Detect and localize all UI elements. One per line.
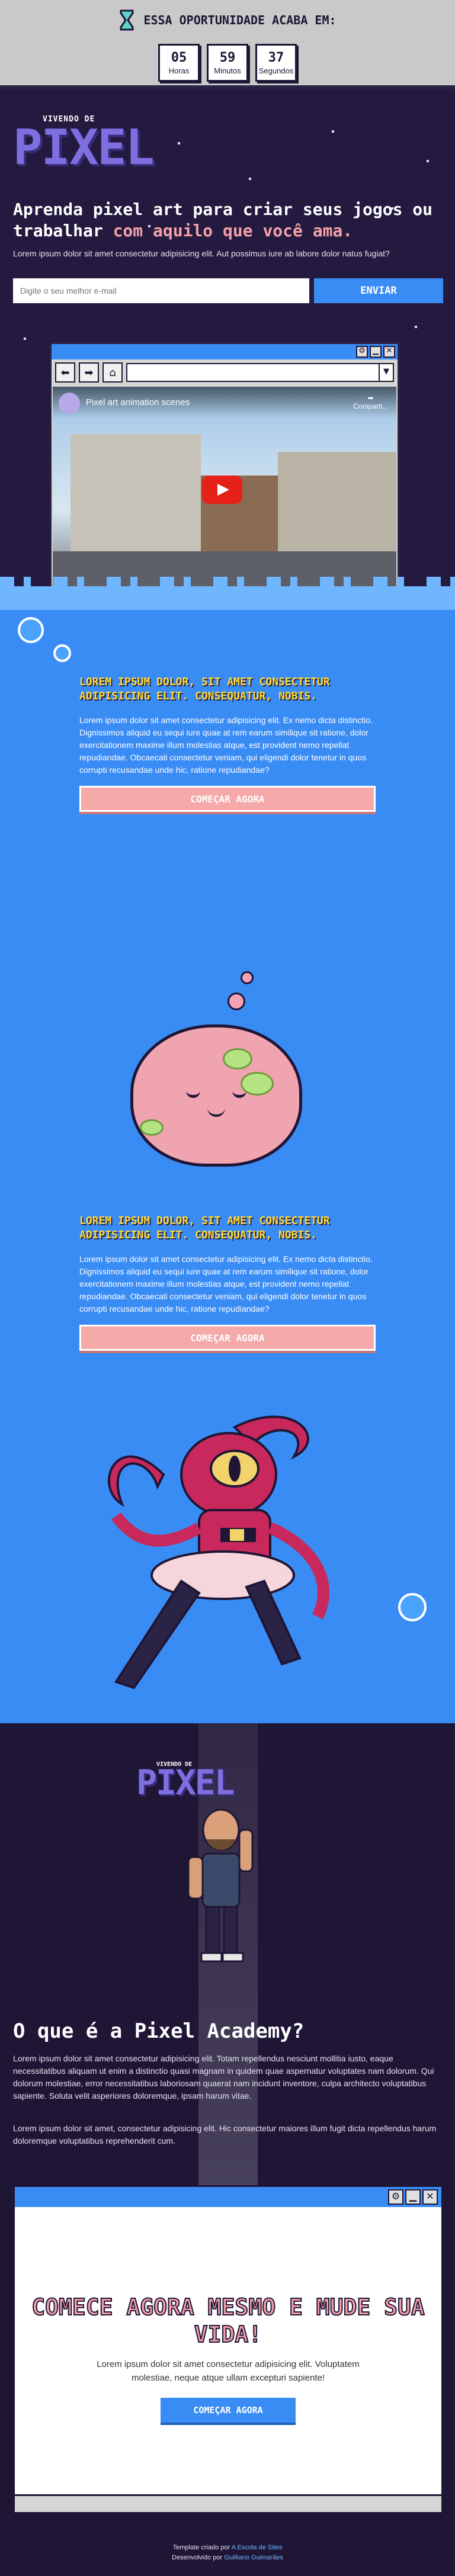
submit-button[interactable]: ENVIAR bbox=[314, 278, 443, 303]
browser-window: ⚙ ▁ ✕ ⬅ ➡ ⌂ ▼ Pixel art animation scenes… bbox=[50, 342, 399, 597]
hero-section: VIVENDO DE PIXEL Aprenda pixel art para … bbox=[0, 89, 455, 610]
feature-heading: LOREM IPSUM DOLOR, SIT AMET CONSECTETUR … bbox=[79, 676, 330, 702]
start-now-button[interactable]: COMEÇAR AGORA bbox=[79, 786, 376, 812]
cta-text: Lorem ipsum dolor sit amet consectetur a… bbox=[97, 2359, 360, 2383]
about-section: VIVENDO DE PIXEL O que é a Pixel Academy… bbox=[0, 1723, 455, 2185]
cta-floor bbox=[15, 2494, 441, 2512]
about-title: O que é a Pixel Academy? bbox=[13, 2019, 305, 2043]
footer-line-1: Template criado por A Escola de Sites bbox=[0, 2543, 455, 2553]
channel-avatar[interactable] bbox=[59, 393, 80, 414]
dropdown-icon[interactable]: ▼ bbox=[379, 364, 393, 381]
feature-block-2: LOREM IPSUM DOLOR, SIT AMET CONSECTETUR … bbox=[79, 1214, 376, 1351]
window-titlebar: ⚙ ▁ ✕ bbox=[52, 344, 398, 359]
forward-arrow-icon[interactable]: ➡ bbox=[79, 362, 99, 383]
url-bar[interactable]: ▼ bbox=[126, 363, 394, 382]
about-paragraph-1: Lorem ipsum dolor sit amet consectetur a… bbox=[13, 2054, 434, 2100]
bubble-decoration bbox=[398, 1593, 427, 1621]
browser-toolbar: ⬅ ➡ ⌂ ▼ bbox=[52, 359, 398, 386]
footer-developer-link[interactable]: Guilliano Guimarães bbox=[224, 2554, 283, 2561]
video-player[interactable]: Pixel art animation scenes ➦ Comparti... bbox=[53, 387, 396, 593]
minimize-icon[interactable]: ▁ bbox=[405, 2189, 421, 2205]
play-icon[interactable] bbox=[202, 476, 242, 504]
close-icon[interactable]: ✕ bbox=[422, 2189, 438, 2205]
countdown-minutes-value: 59 bbox=[219, 50, 236, 65]
email-input[interactable] bbox=[13, 278, 309, 303]
footer: Template criado por A Escola de Sites De… bbox=[0, 2520, 455, 2576]
slime-illustration bbox=[122, 971, 306, 1167]
feature-block-1: LOREM IPSUM DOLOR, SIT AMET CONSECTETUR … bbox=[79, 675, 376, 812]
back-arrow-icon[interactable]: ⬅ bbox=[55, 362, 75, 383]
logo-big-text: PIXEL bbox=[136, 1762, 235, 1803]
share-icon: ➦ bbox=[367, 394, 374, 402]
footer-developer-prefix: Desenvolvido por bbox=[172, 2554, 223, 2561]
demon-illustration bbox=[107, 1415, 329, 1690]
signup-form: ENVIAR bbox=[13, 278, 443, 303]
countdown-hours-value: 05 bbox=[171, 50, 187, 65]
hero-heading-highlight: com aquilo que você ama. bbox=[113, 221, 353, 240]
feature-text: Lorem ipsum dolor sit amet consectetur a… bbox=[79, 1254, 373, 1313]
close-icon[interactable]: ✕ bbox=[383, 346, 395, 358]
minimize-icon[interactable]: ▁ bbox=[370, 346, 382, 358]
pixel-skyline bbox=[0, 577, 455, 610]
bubble-decoration bbox=[18, 617, 44, 643]
feature-heading: LOREM IPSUM DOLOR, SIT AMET CONSECTETUR … bbox=[79, 1215, 330, 1241]
countdown-title: ESSA OPORTUNIDADE ACABA EM: bbox=[143, 13, 337, 27]
settings-icon[interactable]: ⚙ bbox=[356, 346, 368, 358]
about-paragraph-2: Lorem ipsum dolor sit amet, consectetur … bbox=[13, 2124, 437, 2145]
footer-line-2: Desenvolvido por Guilliano Guimarães bbox=[0, 2553, 455, 2563]
feature-text: Lorem ipsum dolor sit amet consectetur a… bbox=[79, 715, 373, 775]
countdown-hours-label: Horas bbox=[168, 66, 190, 75]
features-section: LOREM IPSUM DOLOR, SIT AMET CONSECTETUR … bbox=[0, 610, 455, 1723]
cta-section: ⚙ ▁ ✕ COMECE AGORA MESMO E MUDE SUA VIDA… bbox=[0, 2185, 455, 2520]
start-now-button[interactable]: COMEÇAR AGORA bbox=[79, 1325, 376, 1351]
site-logo[interactable]: VIVENDO DE PIXEL bbox=[13, 115, 155, 180]
hourglass-icon bbox=[120, 9, 134, 31]
countdown-timer: 05 Horas 59 Minutos 37 Segundos bbox=[0, 44, 455, 82]
cta-window: ⚙ ▁ ✕ COMECE AGORA MESMO E MUDE SUA VIDA… bbox=[13, 2185, 443, 2514]
countdown-hours: 05 Horas bbox=[158, 44, 200, 82]
settings-icon[interactable]: ⚙ bbox=[388, 2189, 403, 2205]
instructor-illustration bbox=[187, 1809, 254, 1962]
hero-paragraph: Lorem ipsum dolor sit amet consectetur a… bbox=[13, 249, 390, 258]
countdown-seconds-value: 37 bbox=[268, 50, 284, 65]
bubble-decoration bbox=[53, 644, 71, 662]
video-title[interactable]: Pixel art animation scenes bbox=[86, 397, 190, 407]
footer-credit-link[interactable]: A Escola de Sites bbox=[232, 2544, 283, 2551]
countdown-minutes-label: Minutos bbox=[214, 66, 241, 75]
hero-heading: Aprenda pixel art para criar seus jogos … bbox=[13, 199, 446, 242]
about-logo: VIVENDO DE PIXEL bbox=[136, 1761, 235, 1803]
countdown-seconds-label: Segundos bbox=[258, 66, 294, 75]
countdown-seconds: 37 Segundos bbox=[255, 44, 297, 82]
cta-titlebar: ⚙ ▁ ✕ bbox=[15, 2187, 441, 2207]
countdown-title-row: ESSA OPORTUNIDADE ACABA EM: bbox=[0, 7, 455, 33]
countdown-bar: ESSA OPORTUNIDADE ACABA EM: 05 Horas 59 … bbox=[0, 0, 455, 89]
share-button[interactable]: ➦ Comparti... bbox=[353, 394, 388, 410]
footer-credit-prefix: Template criado por bbox=[172, 2544, 230, 2551]
home-icon[interactable]: ⌂ bbox=[102, 362, 123, 383]
cta-title: COMECE AGORA MESMO E MUDE SUA VIDA! bbox=[31, 2294, 425, 2348]
logo-big-text: PIXEL bbox=[13, 120, 155, 176]
share-label: Comparti... bbox=[353, 402, 388, 410]
cta-start-button[interactable]: COMEÇAR AGORA bbox=[161, 2398, 296, 2423]
countdown-minutes: 59 Minutos bbox=[207, 44, 248, 82]
